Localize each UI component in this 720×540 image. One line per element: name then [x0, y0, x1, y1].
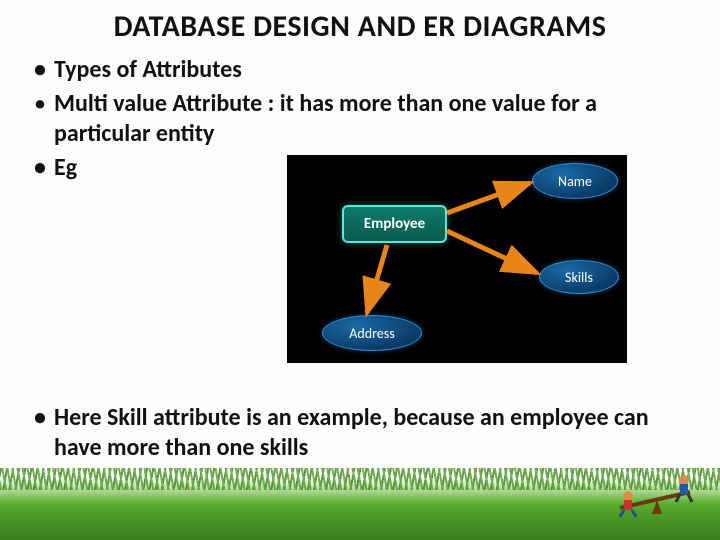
attribute-skills: Skills [539, 260, 619, 294]
bullet-explain-highlight: Skill [107, 403, 148, 432]
entity-employee: Employee [342, 205, 447, 243]
slide-title: DATABASE DESIGN AND ER DIAGRAMS [30, 8, 690, 45]
bullet-explain-pre: Here [54, 403, 107, 432]
bullet-explain: Here Skill attribute is an example, beca… [30, 403, 690, 463]
er-diagram: Employee Name Skills Address [287, 155, 627, 363]
attribute-address: Address [322, 315, 422, 351]
slide: DATABASE DESIGN AND ER DIAGRAMS Types of… [0, 0, 720, 540]
bullet-types: Types of Attributes [30, 55, 690, 85]
bullet-multivalue-lead: Multi value Attribute [54, 89, 262, 118]
seesaw-kids-icon [612, 462, 702, 522]
attribute-name: Name [532, 163, 618, 199]
bullet-multivalue: Multi value Attribute : it has more than… [30, 89, 690, 149]
